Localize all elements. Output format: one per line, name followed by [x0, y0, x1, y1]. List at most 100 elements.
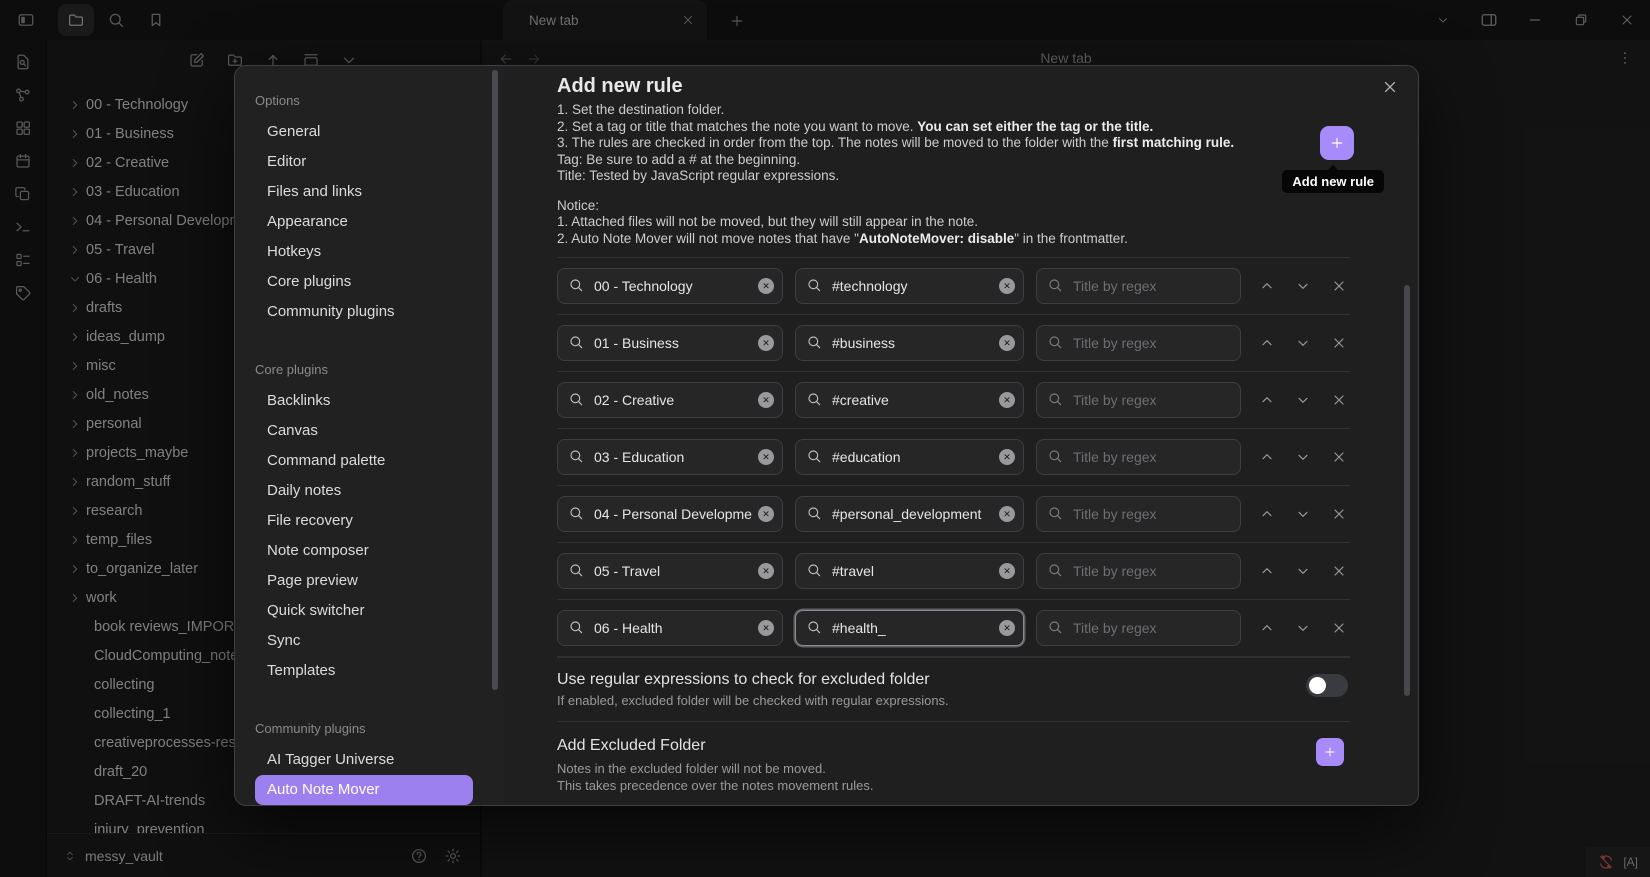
move-rule-up-icon[interactable] [1256, 389, 1278, 411]
rule-regex-field [1036, 553, 1241, 589]
search-icon [1047, 505, 1063, 521]
setting-name: Add Excluded Folder [557, 736, 1350, 756]
rule-regex-field [1036, 325, 1241, 361]
rule-folder-input[interactable] [557, 439, 783, 475]
delete-rule-icon[interactable] [1328, 617, 1350, 639]
move-rule-down-icon[interactable] [1292, 446, 1314, 468]
rule-row: ✕ ✕ [557, 428, 1350, 485]
rule-regex-input[interactable] [1036, 268, 1241, 304]
move-rule-down-icon[interactable] [1292, 275, 1314, 297]
rule-regex-input[interactable] [1036, 382, 1241, 418]
add-new-rule-button[interactable] [1320, 126, 1354, 160]
move-rule-down-icon[interactable] [1292, 332, 1314, 354]
search-icon [1047, 562, 1063, 578]
rule-regex-field [1036, 439, 1241, 475]
move-rule-up-icon[interactable] [1256, 617, 1278, 639]
rule-tag-input[interactable] [795, 496, 1024, 532]
settings-nav-item-files-and-links[interactable]: Files and links [255, 177, 473, 207]
settings-nav-item-canvas[interactable]: Canvas [255, 416, 473, 446]
rule-regex-input[interactable] [1036, 553, 1241, 589]
add-excluded-folder-button[interactable] [1316, 738, 1344, 766]
content-scrollbar[interactable] [1404, 285, 1410, 696]
search-icon [1047, 619, 1063, 635]
rule-folder-input[interactable] [557, 325, 783, 361]
modal-close-icon[interactable] [1380, 77, 1400, 97]
instruction-line: 2. Set a tag or title that matches the n… [557, 119, 1350, 136]
rule-folder-field: ✕ [557, 496, 783, 532]
settings-nav-item-command-palette[interactable]: Command palette [255, 446, 473, 476]
rule-regex-field [1036, 496, 1241, 532]
toggle-knob [1309, 677, 1326, 694]
rule-folder-input[interactable] [557, 553, 783, 589]
move-rule-up-icon[interactable] [1256, 503, 1278, 525]
settings-nav-item-daily-notes[interactable]: Daily notes [255, 476, 473, 506]
rule-regex-input[interactable] [1036, 610, 1241, 646]
move-rule-up-icon[interactable] [1256, 275, 1278, 297]
rule-row: ✕ ✕ [557, 371, 1350, 428]
settings-nav-item-ai-tagger-universe[interactable]: AI Tagger Universe [255, 745, 473, 775]
rule-folder-input[interactable] [557, 268, 783, 304]
rule-tag-input[interactable] [795, 553, 1024, 589]
search-icon [1047, 277, 1063, 293]
rule-tag-field: ✕ [795, 325, 1024, 361]
settings-nav-item-auto-note-mover[interactable]: Auto Note Mover [255, 775, 473, 805]
add-rule-tooltip: Add new rule [1282, 170, 1384, 193]
delete-rule-icon[interactable] [1328, 446, 1350, 468]
rule-tag-input[interactable] [795, 268, 1024, 304]
settings-nav-item-page-preview[interactable]: Page preview [255, 566, 473, 596]
rules-list: ✕ ✕ ✕ ✕ [557, 257, 1350, 657]
delete-rule-icon[interactable] [1328, 275, 1350, 297]
instruction-line: Title: Tested by JavaScript regular expr… [557, 168, 1350, 185]
regex-toggle[interactable] [1306, 674, 1348, 697]
delete-rule-icon[interactable] [1328, 389, 1350, 411]
nav-scrollbar[interactable] [492, 70, 498, 690]
settings-nav-item-general[interactable]: General [255, 117, 473, 147]
search-icon [806, 619, 822, 635]
rule-tag-field: ✕ [795, 439, 1024, 475]
rule-tag-input[interactable] [795, 325, 1024, 361]
search-icon [1047, 448, 1063, 464]
move-rule-up-icon[interactable] [1256, 560, 1278, 582]
move-rule-up-icon[interactable] [1256, 332, 1278, 354]
settings-nav-item-note-composer[interactable]: Note composer [255, 536, 473, 566]
instruction-line: 1. Set the destination folder. [557, 102, 1350, 119]
settings-nav-item-hotkeys[interactable]: Hotkeys [255, 237, 473, 267]
rule-tag-input[interactable] [795, 382, 1024, 418]
rule-folder-input[interactable] [557, 382, 783, 418]
search-icon [568, 277, 584, 293]
setting-name: Use regular expressions to check for exc… [557, 670, 1350, 690]
delete-rule-icon[interactable] [1328, 503, 1350, 525]
rule-folder-field: ✕ [557, 553, 783, 589]
move-rule-down-icon[interactable] [1292, 389, 1314, 411]
settings-nav-item-editor[interactable]: Editor [255, 147, 473, 177]
rule-regex-input[interactable] [1036, 439, 1241, 475]
delete-rule-icon[interactable] [1328, 560, 1350, 582]
rule-tag-input[interactable] [795, 610, 1024, 646]
settings-nav: OptionsGeneralEditorFiles and linksAppea… [235, 66, 504, 805]
settings-nav-item-templates[interactable]: Templates [255, 656, 473, 686]
settings-nav-item-file-recovery[interactable]: File recovery [255, 506, 473, 536]
move-rule-up-icon[interactable] [1256, 446, 1278, 468]
move-rule-down-icon[interactable] [1292, 560, 1314, 582]
rule-folder-input[interactable] [557, 496, 783, 532]
settings-nav-item-appearance[interactable]: Appearance [255, 207, 473, 237]
move-rule-down-icon[interactable] [1292, 503, 1314, 525]
settings-nav-section-header: Core plugins [255, 361, 504, 379]
rule-tag-field: ✕ [795, 610, 1024, 646]
rule-folder-field: ✕ [557, 268, 783, 304]
obsidian-window: New tab 00 - Technology 01 - Business 02… [0, 0, 1650, 877]
settings-modal: OptionsGeneralEditorFiles and linksAppea… [234, 65, 1419, 806]
search-icon [568, 562, 584, 578]
rule-regex-input[interactable] [1036, 325, 1241, 361]
settings-nav-item-quick-switcher[interactable]: Quick switcher [255, 596, 473, 626]
settings-nav-item-core-plugins[interactable]: Core plugins [255, 267, 473, 297]
settings-nav-item-backlinks[interactable]: Backlinks [255, 386, 473, 416]
settings-nav-item-sync[interactable]: Sync [255, 626, 473, 656]
rule-folder-input[interactable] [557, 610, 783, 646]
setting-desc: This takes precedence over the notes mov… [557, 778, 1350, 794]
rule-regex-input[interactable] [1036, 496, 1241, 532]
move-rule-down-icon[interactable] [1292, 617, 1314, 639]
rule-tag-input[interactable] [795, 439, 1024, 475]
delete-rule-icon[interactable] [1328, 332, 1350, 354]
settings-nav-item-community-plugins[interactable]: Community plugins [255, 297, 473, 327]
